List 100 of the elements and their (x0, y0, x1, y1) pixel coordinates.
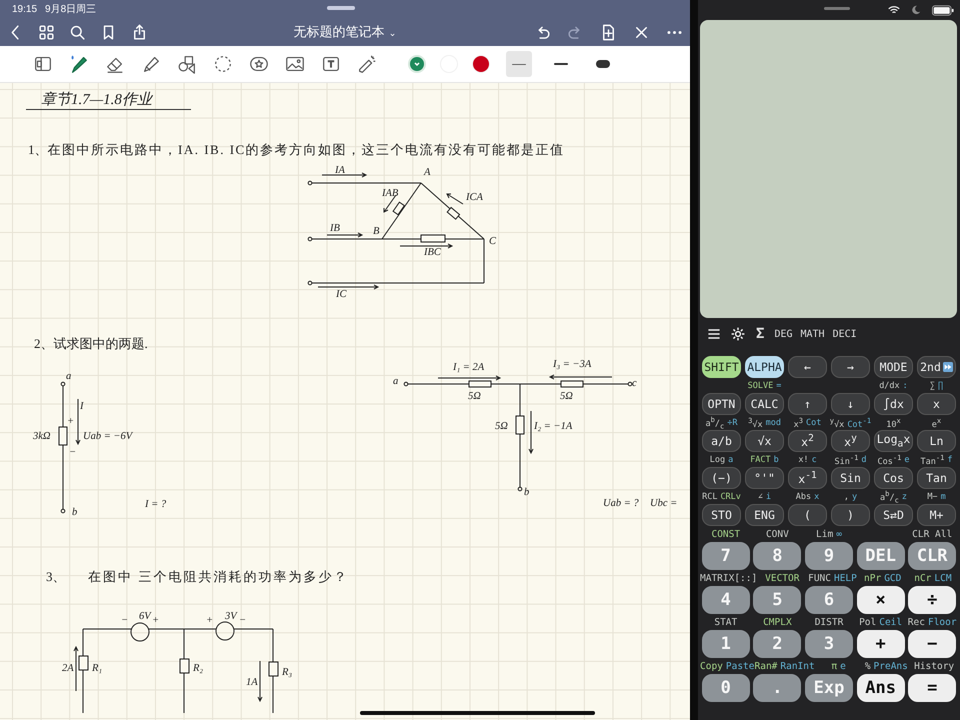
secondary-function-label: Tan$^{-1}$ (920, 452, 944, 466)
secondary-function-label: d (861, 454, 866, 464)
current-arrow (74, 646, 78, 692)
calculator-key[interactable]: ) (831, 504, 870, 526)
calculator-key[interactable]: ( (788, 504, 827, 526)
circuit-label: 5Ω (560, 391, 573, 402)
calculator-key[interactable]: − (908, 630, 956, 658)
secondary-function-label: CLR All (912, 528, 952, 540)
circuit-label: 5Ω (495, 421, 508, 432)
circuit-label: I (80, 401, 84, 412)
calculator-key[interactable]: Log$_{a}$x (874, 430, 913, 452)
secondary-function-label: Copy (700, 660, 723, 672)
current-arrow (446, 194, 464, 204)
circuit-label: IAB (382, 188, 398, 199)
secondary-function-label: Lim (816, 528, 834, 540)
shapes-tool-icon[interactable] (176, 53, 198, 75)
circuit-label: 6V (139, 611, 151, 622)
multitasking-handle[interactable] (327, 6, 355, 10)
color-swatch[interactable] (472, 55, 490, 73)
mode-indicator: DEG (774, 328, 792, 340)
circuit-label: b (524, 487, 530, 498)
calculator-key[interactable]: Ans (856, 674, 905, 702)
calculator-key[interactable]: Cos (874, 467, 913, 489)
moon-icon (910, 5, 922, 15)
calculator-key[interactable]: × (856, 586, 905, 614)
question-text: 试求图中的两题. (54, 335, 148, 353)
calculator-key[interactable]: ENG (745, 504, 784, 526)
calculator-key[interactable]: °'" (745, 467, 784, 489)
secondary-function-label: i (766, 492, 772, 502)
current-arrow (438, 376, 502, 380)
calculator-key[interactable]: ∫dx (874, 393, 913, 415)
calculator-key[interactable]: √x (745, 430, 784, 452)
secondary-function-label: History (914, 660, 954, 672)
secondary-function-label: Cot (806, 418, 822, 428)
calculator-key[interactable]: S⇄D (874, 504, 913, 526)
current-arrow (548, 374, 612, 380)
calculator-key[interactable]: STO (702, 504, 741, 526)
secondary-function-label: Ran# (754, 660, 778, 672)
calculator-key[interactable]: + (856, 630, 905, 658)
secondary-function-label: f (947, 454, 952, 464)
calculator-key[interactable]: MODE (874, 356, 913, 378)
circuit-label: I₁ = 2A (453, 362, 484, 373)
status-date: 9月8日周三 (45, 3, 96, 16)
secondary-function-label: x! (798, 454, 809, 464)
calculator-key[interactable]: Sin (831, 467, 870, 489)
secondary-function-label: LCM (934, 572, 952, 584)
circuit-label: Uab = ? (603, 498, 639, 509)
circuit-label: 5Ω (468, 391, 481, 402)
grid-icon[interactable] (37, 22, 56, 42)
circuit-label: B (373, 226, 380, 237)
secondary-function-label: $^{y}$√x (830, 416, 844, 430)
notebook-title[interactable]: 无标题的笔记本 ⌄ (246, 23, 444, 41)
calculator-key[interactable]: CALC (745, 393, 784, 415)
battery-icon (932, 4, 954, 16)
calculator-key[interactable]: ← (788, 356, 827, 378)
sigma-button[interactable]: Σ (754, 326, 766, 342)
circuit-label: − (69, 447, 76, 458)
calculator-key[interactable]: x (917, 393, 956, 415)
calculator-key[interactable]: → (831, 356, 870, 378)
secondary-function-label: FUNC (808, 572, 831, 584)
calculator-key[interactable]: ↑ (788, 393, 827, 415)
secondary-function-label: ∞ (836, 528, 842, 540)
calculator-key[interactable]: 2nd (917, 356, 956, 378)
calculator-key[interactable]: OPTN (702, 393, 741, 415)
secondary-function-label: e (840, 660, 846, 672)
calculator-key[interactable]: ↓ (831, 393, 870, 415)
calculator-key[interactable]: Tan (917, 467, 956, 489)
calculator-key[interactable]: ÷ (908, 586, 956, 614)
calculator-key[interactable]: SHIFT (702, 356, 741, 378)
laser-tool-icon[interactable] (356, 53, 378, 75)
secondary-function-label: Ceil (879, 616, 902, 628)
calculator-key[interactable]: x$^{-1}$ (788, 467, 827, 489)
circuit-label: c (632, 378, 637, 389)
circuit-label: a (393, 376, 398, 387)
calculator-key[interactable]: M+ (917, 504, 956, 526)
circuit-label: − (121, 615, 128, 626)
secondary-function-label: mod (766, 418, 781, 428)
question-text: 在图中所示电路中，IA. IB. IC的参考方向如图，这三个电流有没有可能都是正值 (48, 141, 565, 159)
multitasking-handle[interactable] (824, 7, 850, 10)
secondary-function-label: FACT (750, 454, 771, 464)
calculator-key[interactable]: x$^{y}$ (831, 430, 870, 452)
current-arrow (400, 244, 454, 248)
secondary-function-label: ∑ (930, 380, 935, 390)
secondary-function-label: PreAns (874, 660, 908, 672)
circuit-label: + (67, 416, 74, 427)
calculator-key[interactable]: a/b (702, 430, 741, 452)
settings-icon[interactable] (730, 326, 746, 342)
lasso-tool-icon[interactable] (212, 53, 234, 75)
calculator-key[interactable]: Ln (917, 430, 956, 452)
calculator-key[interactable]: (−) (702, 467, 741, 489)
secondary-function-label: Pol (859, 616, 876, 628)
circuit-label: Ubc = (650, 498, 678, 509)
calculator-key[interactable]: = (908, 674, 956, 702)
secondary-function-label: HELP (834, 572, 857, 584)
calculator-key[interactable]: x$^{2}$ (788, 430, 827, 452)
secondary-function-label: Abs (796, 492, 812, 502)
calculator-key[interactable]: ALPHA (745, 356, 784, 378)
circuit-label: I₂ = −1A (534, 421, 572, 432)
color-swatch[interactable] (408, 55, 426, 73)
circuit-label: R₃ (282, 667, 292, 678)
